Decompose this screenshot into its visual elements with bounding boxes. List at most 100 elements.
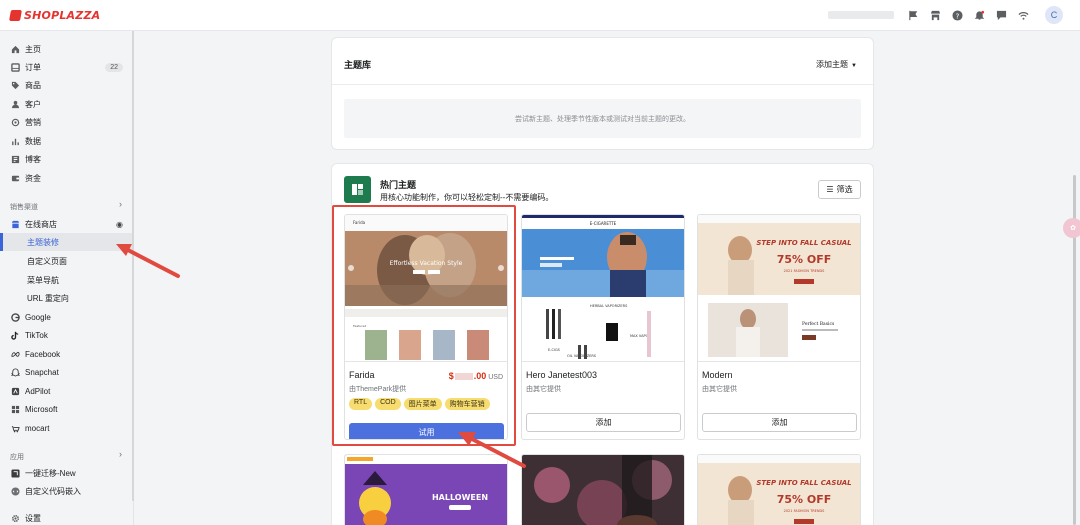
sidebar-subitem-url-redirect[interactable]: URL 重定向 — [0, 289, 133, 307]
sidebar-item-mocart[interactable]: mocart — [0, 419, 133, 437]
wallet-icon — [10, 173, 20, 183]
filter-icon: ☰ — [826, 185, 834, 194]
section-label-channels: 销售渠道 — [10, 204, 38, 211]
sidebar-item-customers[interactable]: 客户 — [0, 95, 133, 113]
theme-author: 由其它提供 — [702, 386, 737, 393]
preview-subline: 2021 FASHION TRENDS — [784, 509, 826, 513]
sidebar-item-blog[interactable]: 博客 — [0, 150, 133, 168]
bell-icon[interactable] — [972, 8, 986, 22]
theme-card-modern-2[interactable]: STEP INTO FALL CASUAL 75% OFF 2021 FASHI… — [697, 454, 861, 525]
sidebar-item-label: 资金 — [25, 173, 41, 183]
sidebar-item-products[interactable]: 商品 — [0, 76, 133, 94]
marketing-icon — [10, 117, 20, 127]
theme-preview-floral — [522, 455, 684, 525]
logo-text: SHOPLAZZA — [24, 8, 101, 22]
sidebar-item-facebook[interactable]: Facebook — [0, 345, 133, 363]
sidebar-item-label: mocart — [25, 423, 50, 433]
preview-headline: STEP INTO FALL CASUAL — [756, 239, 851, 247]
sidebar-item-label: 设置 — [25, 513, 41, 523]
user-icon — [10, 99, 20, 109]
theme-preview-modern-2: STEP INTO FALL CASUAL 75% OFF 2021 FASHI… — [698, 455, 860, 525]
add-button-label: 添加 — [771, 418, 788, 427]
tag-icon — [10, 80, 20, 90]
floating-helper-icon[interactable]: ✿ — [1063, 218, 1080, 238]
mocart-icon — [10, 423, 20, 433]
sidebar-item-label: 营销 — [25, 117, 41, 127]
orders-icon — [10, 62, 20, 72]
arrow-annotation — [116, 244, 180, 278]
sidebar-item-marketing[interactable]: 营销 — [0, 113, 133, 131]
sidebar-item-label: 在线商店 — [25, 219, 57, 229]
preview-offer: 75% OFF — [777, 253, 832, 266]
sidebar-item-google[interactable]: Google — [0, 308, 133, 326]
add-theme-label: 添加主题 — [816, 60, 849, 69]
highlight-annotation — [332, 205, 516, 446]
add-theme-button[interactable]: 添加 — [526, 413, 681, 432]
migrate-app-icon — [10, 468, 20, 478]
meta-icon — [10, 349, 20, 359]
main-content: 主题库 添加主题 ▼ 尝试新主题、处理季节性版本或测试对当前主题的更改。 热门主题… — [134, 31, 1080, 525]
microsoft-icon — [10, 404, 20, 414]
adpilot-icon — [10, 386, 20, 396]
theme-author: 由其它提供 — [526, 386, 561, 393]
store-icon[interactable] — [928, 8, 942, 22]
preview-headline: HALLOWEEN — [432, 493, 488, 502]
arrow-annotation — [458, 432, 526, 468]
store-name-blurred[interactable] — [828, 11, 894, 19]
preview-brand-text: E-CIGARETTE — [590, 221, 617, 226]
themes-icon — [344, 176, 371, 203]
sidebar-item-migrate[interactable]: 一键迁移-New — [0, 464, 133, 482]
tiktok-icon — [10, 330, 20, 340]
sidebar-item-tiktok[interactable]: TikTok — [0, 326, 133, 344]
sidebar-item-label: Snapchat — [25, 367, 59, 377]
sidebar-item-label: 数据 — [25, 136, 41, 146]
logo-icon — [9, 9, 22, 21]
shoplazza-logo[interactable]: SHOPLAZZA — [9, 8, 101, 22]
sidebar-item-adpilot[interactable]: AdPilot — [0, 382, 133, 400]
sidebar-item-home[interactable]: 主页 — [0, 40, 133, 58]
gear-icon — [10, 513, 20, 523]
filter-button[interactable]: ☰ 筛选 — [818, 180, 861, 199]
add-theme-button[interactable]: 添加 — [702, 413, 857, 432]
sidebar-item-online-store[interactable]: 在线商店 ◉ — [0, 215, 133, 233]
add-theme-dropdown[interactable]: 添加主题 ▼ — [816, 59, 857, 70]
preview-category-text: HERBAL VAPORIZERS — [590, 304, 628, 308]
wifi-icon[interactable] — [1016, 8, 1030, 22]
theme-name: Modern — [702, 370, 733, 380]
caret-down-icon: ▼ — [851, 63, 857, 69]
sidebar-item-label: 博客 — [25, 154, 41, 164]
chevron-right-icon[interactable]: › — [119, 449, 122, 459]
flag-icon[interactable] — [906, 8, 920, 22]
sidebar-item-settings[interactable]: 设置 — [0, 509, 133, 525]
sidebar-item-label: TikTok — [25, 330, 48, 340]
sidebar-item-label: 自定义代码嵌入 — [25, 486, 81, 496]
sidebar-item-snapchat[interactable]: Snapchat — [0, 363, 133, 381]
sidebar-item-label: 客户 — [25, 99, 41, 109]
sidebar-item-label: Google — [25, 312, 51, 322]
sidebar-item-orders[interactable]: 订单 22 — [0, 58, 133, 76]
sidebar-subitem-label: 主题装修 — [27, 237, 59, 247]
sidebar-item-microsoft[interactable]: Microsoft — [0, 400, 133, 418]
sidebar-item-analytics[interactable]: 数据 — [0, 132, 133, 150]
preview-offer: 75% OFF — [777, 493, 832, 506]
sidebar-item-custom-code[interactable]: 自定义代码嵌入 — [0, 482, 133, 500]
chat-icon[interactable] — [994, 8, 1008, 22]
home-icon — [10, 44, 20, 54]
empty-state-text: 尝试新主题、处理季节性版本或测试对当前主题的更改。 — [515, 115, 690, 123]
sidebar-item-label: 商品 — [25, 80, 41, 90]
avatar[interactable]: C — [1045, 6, 1063, 24]
chevron-right-icon[interactable]: › — [119, 199, 122, 209]
sidebar-item-finance[interactable]: 资金 — [0, 169, 133, 187]
theme-library-panel: 主题库 添加主题 ▼ 尝试新主题、处理季节性版本或测试对当前主题的更改。 — [332, 38, 873, 149]
snapchat-icon — [10, 367, 20, 377]
popular-themes-title: 热门主题 — [380, 180, 417, 190]
theme-card-hero-janetest003[interactable]: E-CIGARETTE E-CIGS HERBAL VAPORIZERS MAX… — [521, 214, 685, 440]
theme-card-modern[interactable]: STEP INTO FALL CASUAL 75% OFF 2021 FASHI… — [697, 214, 861, 440]
preview-headline: STEP INTO FALL CASUAL — [756, 479, 851, 487]
filter-label: 筛选 — [836, 185, 853, 194]
code-app-icon — [10, 486, 20, 496]
theme-preview-hero: E-CIGARETTE E-CIGS HERBAL VAPORIZERS MAX… — [522, 215, 684, 362]
help-icon[interactable]: ? — [950, 8, 964, 22]
theme-card-floral[interactable] — [521, 454, 685, 525]
eye-icon[interactable]: ◉ — [116, 220, 123, 229]
